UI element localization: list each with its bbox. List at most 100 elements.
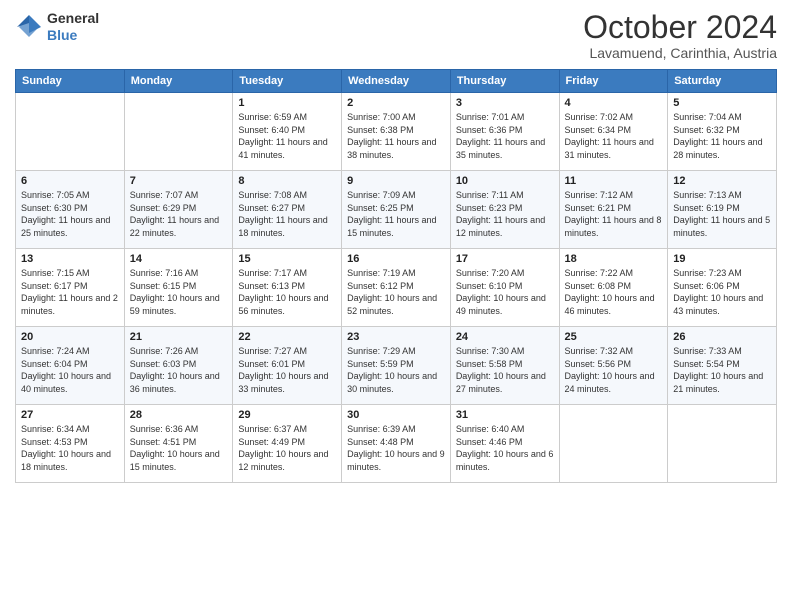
day-number: 4 bbox=[565, 97, 663, 109]
day-number: 8 bbox=[238, 175, 336, 187]
day-number: 31 bbox=[456, 409, 554, 421]
day-number: 6 bbox=[21, 175, 119, 187]
day-cell: 30 Sunrise: 6:39 AM Sunset: 4:48 PM Dayli… bbox=[342, 405, 451, 483]
day-cell: 7 Sunrise: 7:07 AM Sunset: 6:29 PM Daylig… bbox=[124, 171, 233, 249]
day-cell: 4 Sunrise: 7:02 AM Sunset: 6:34 PM Daylig… bbox=[559, 93, 668, 171]
day-cell: 1 Sunrise: 6:59 AM Sunset: 6:40 PM Daylig… bbox=[233, 93, 342, 171]
day-detail: Sunrise: 6:40 AM Sunset: 4:46 PM Dayligh… bbox=[456, 423, 554, 473]
day-number: 26 bbox=[673, 331, 771, 343]
day-cell: 17 Sunrise: 7:20 AM Sunset: 6:10 PM Dayli… bbox=[450, 249, 559, 327]
day-number: 28 bbox=[130, 409, 228, 421]
day-number: 7 bbox=[130, 175, 228, 187]
week-row-2: 6 Sunrise: 7:05 AM Sunset: 6:30 PM Daylig… bbox=[16, 171, 777, 249]
day-detail: Sunrise: 7:11 AM Sunset: 6:23 PM Dayligh… bbox=[456, 189, 554, 239]
day-number: 9 bbox=[347, 175, 445, 187]
day-detail: Sunrise: 6:36 AM Sunset: 4:51 PM Dayligh… bbox=[130, 423, 228, 473]
day-cell: 27 Sunrise: 6:34 AM Sunset: 4:53 PM Dayli… bbox=[16, 405, 125, 483]
location-subtitle: Lavamuend, Carinthia, Austria bbox=[583, 45, 777, 61]
day-detail: Sunrise: 7:33 AM Sunset: 5:54 PM Dayligh… bbox=[673, 345, 771, 395]
day-cell bbox=[16, 93, 125, 171]
day-number: 1 bbox=[238, 97, 336, 109]
header: General Blue October 2024 Lavamuend, Car… bbox=[15, 10, 777, 61]
logo-text: General Blue bbox=[47, 10, 99, 44]
day-detail: Sunrise: 7:07 AM Sunset: 6:29 PM Dayligh… bbox=[130, 189, 228, 239]
day-cell: 10Sunrise: 7:11 AM Sunset: 6:23 PM Dayli… bbox=[450, 171, 559, 249]
day-cell: 15Sunrise: 7:17 AM Sunset: 6:13 PM Dayli… bbox=[233, 249, 342, 327]
day-cell: 2 Sunrise: 7:00 AM Sunset: 6:38 PM Daylig… bbox=[342, 93, 451, 171]
day-detail: Sunrise: 7:16 AM Sunset: 6:15 PM Dayligh… bbox=[130, 267, 228, 317]
day-detail: Sunrise: 7:20 AM Sunset: 6:10 PM Dayligh… bbox=[456, 267, 554, 317]
day-number: 3 bbox=[456, 97, 554, 109]
day-detail: Sunrise: 6:39 AM Sunset: 4:48 PM Dayligh… bbox=[347, 423, 445, 473]
day-cell bbox=[124, 93, 233, 171]
day-number: 20 bbox=[21, 331, 119, 343]
day-number: 14 bbox=[130, 253, 228, 265]
column-header-thursday: Thursday bbox=[450, 70, 559, 93]
day-cell: 8 Sunrise: 7:08 AM Sunset: 6:27 PM Daylig… bbox=[233, 171, 342, 249]
day-detail: Sunrise: 6:59 AM Sunset: 6:40 PM Dayligh… bbox=[238, 111, 336, 161]
day-number: 19 bbox=[673, 253, 771, 265]
day-cell: 5 Sunrise: 7:04 AM Sunset: 6:32 PM Daylig… bbox=[668, 93, 777, 171]
day-detail: Sunrise: 7:09 AM Sunset: 6:25 PM Dayligh… bbox=[347, 189, 445, 239]
day-cell: 23Sunrise: 7:29 AM Sunset: 5:59 PM Dayli… bbox=[342, 327, 451, 405]
day-detail: Sunrise: 7:05 AM Sunset: 6:30 PM Dayligh… bbox=[21, 189, 119, 239]
day-number: 29 bbox=[238, 409, 336, 421]
logo-blue: Blue bbox=[47, 27, 99, 44]
column-header-friday: Friday bbox=[559, 70, 668, 93]
logo-icon bbox=[15, 13, 43, 41]
day-cell: 13 Sunrise: 7:15 AM Sunset: 6:17 PM Dayli… bbox=[16, 249, 125, 327]
day-cell: 18Sunrise: 7:22 AM Sunset: 6:08 PM Dayli… bbox=[559, 249, 668, 327]
day-cell: 26 Sunrise: 7:33 AM Sunset: 5:54 PM Dayli… bbox=[668, 327, 777, 405]
day-number: 17 bbox=[456, 253, 554, 265]
day-cell: 16Sunrise: 7:19 AM Sunset: 6:12 PM Dayli… bbox=[342, 249, 451, 327]
day-cell: 25 Sunrise: 7:32 AM Sunset: 5:56 PM Dayli… bbox=[559, 327, 668, 405]
day-detail: Sunrise: 7:29 AM Sunset: 5:59 PM Dayligh… bbox=[347, 345, 445, 395]
day-number: 12 bbox=[673, 175, 771, 187]
column-header-tuesday: Tuesday bbox=[233, 70, 342, 93]
day-number: 24 bbox=[456, 331, 554, 343]
day-detail: Sunrise: 6:34 AM Sunset: 4:53 PM Dayligh… bbox=[21, 423, 119, 473]
day-number: 18 bbox=[565, 253, 663, 265]
day-number: 13 bbox=[21, 253, 119, 265]
day-detail: Sunrise: 7:01 AM Sunset: 6:36 PM Dayligh… bbox=[456, 111, 554, 161]
day-number: 16 bbox=[347, 253, 445, 265]
day-cell: 6 Sunrise: 7:05 AM Sunset: 6:30 PM Daylig… bbox=[16, 171, 125, 249]
day-detail: Sunrise: 7:12 AM Sunset: 6:21 PM Dayligh… bbox=[565, 189, 663, 239]
day-cell: 14 Sunrise: 7:16 AM Sunset: 6:15 PM Dayli… bbox=[124, 249, 233, 327]
column-header-saturday: Saturday bbox=[668, 70, 777, 93]
week-row-5: 27 Sunrise: 6:34 AM Sunset: 4:53 PM Dayli… bbox=[16, 405, 777, 483]
day-cell: 29 Sunrise: 6:37 AM Sunset: 4:49 PM Dayli… bbox=[233, 405, 342, 483]
day-detail: Sunrise: 7:32 AM Sunset: 5:56 PM Dayligh… bbox=[565, 345, 663, 395]
title-block: October 2024 Lavamuend, Carinthia, Austr… bbox=[583, 10, 777, 61]
day-number: 27 bbox=[21, 409, 119, 421]
day-detail: Sunrise: 7:24 AM Sunset: 6:04 PM Dayligh… bbox=[21, 345, 119, 395]
logo-general: General bbox=[47, 10, 99, 27]
day-detail: Sunrise: 7:23 AM Sunset: 6:06 PM Dayligh… bbox=[673, 267, 771, 317]
day-number: 2 bbox=[347, 97, 445, 109]
day-cell: 11Sunrise: 7:12 AM Sunset: 6:21 PM Dayli… bbox=[559, 171, 668, 249]
day-number: 25 bbox=[565, 331, 663, 343]
page: General Blue October 2024 Lavamuend, Car… bbox=[0, 0, 792, 612]
day-detail: Sunrise: 7:00 AM Sunset: 6:38 PM Dayligh… bbox=[347, 111, 445, 161]
week-row-1: 1 Sunrise: 6:59 AM Sunset: 6:40 PM Daylig… bbox=[16, 93, 777, 171]
week-row-3: 13 Sunrise: 7:15 AM Sunset: 6:17 PM Dayli… bbox=[16, 249, 777, 327]
day-detail: Sunrise: 6:37 AM Sunset: 4:49 PM Dayligh… bbox=[238, 423, 336, 473]
week-row-4: 20 Sunrise: 7:24 AM Sunset: 6:04 PM Dayli… bbox=[16, 327, 777, 405]
day-detail: Sunrise: 7:08 AM Sunset: 6:27 PM Dayligh… bbox=[238, 189, 336, 239]
column-header-sunday: Sunday bbox=[16, 70, 125, 93]
day-detail: Sunrise: 7:15 AM Sunset: 6:17 PM Dayligh… bbox=[21, 267, 119, 317]
day-cell bbox=[559, 405, 668, 483]
day-number: 15 bbox=[238, 253, 336, 265]
day-cell: 28 Sunrise: 6:36 AM Sunset: 4:51 PM Dayli… bbox=[124, 405, 233, 483]
day-number: 22 bbox=[238, 331, 336, 343]
day-cell: 12Sunrise: 7:13 AM Sunset: 6:19 PM Dayli… bbox=[668, 171, 777, 249]
day-detail: Sunrise: 7:02 AM Sunset: 6:34 PM Dayligh… bbox=[565, 111, 663, 161]
day-cell: 9 Sunrise: 7:09 AM Sunset: 6:25 PM Daylig… bbox=[342, 171, 451, 249]
column-header-monday: Monday bbox=[124, 70, 233, 93]
day-number: 5 bbox=[673, 97, 771, 109]
day-cell: 31 Sunrise: 6:40 AM Sunset: 4:46 PM Dayli… bbox=[450, 405, 559, 483]
day-cell: 22Sunrise: 7:27 AM Sunset: 6:01 PM Dayli… bbox=[233, 327, 342, 405]
day-detail: Sunrise: 7:30 AM Sunset: 5:58 PM Dayligh… bbox=[456, 345, 554, 395]
day-detail: Sunrise: 7:04 AM Sunset: 6:32 PM Dayligh… bbox=[673, 111, 771, 161]
day-number: 30 bbox=[347, 409, 445, 421]
